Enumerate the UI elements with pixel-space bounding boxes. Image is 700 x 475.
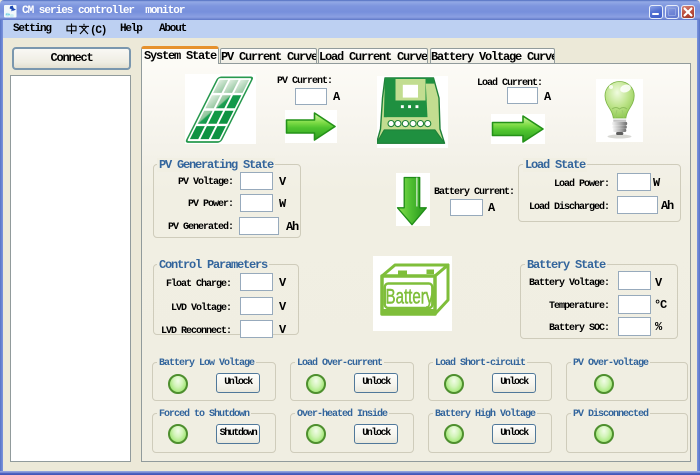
svg-text:Battery: Battery <box>386 284 435 308</box>
